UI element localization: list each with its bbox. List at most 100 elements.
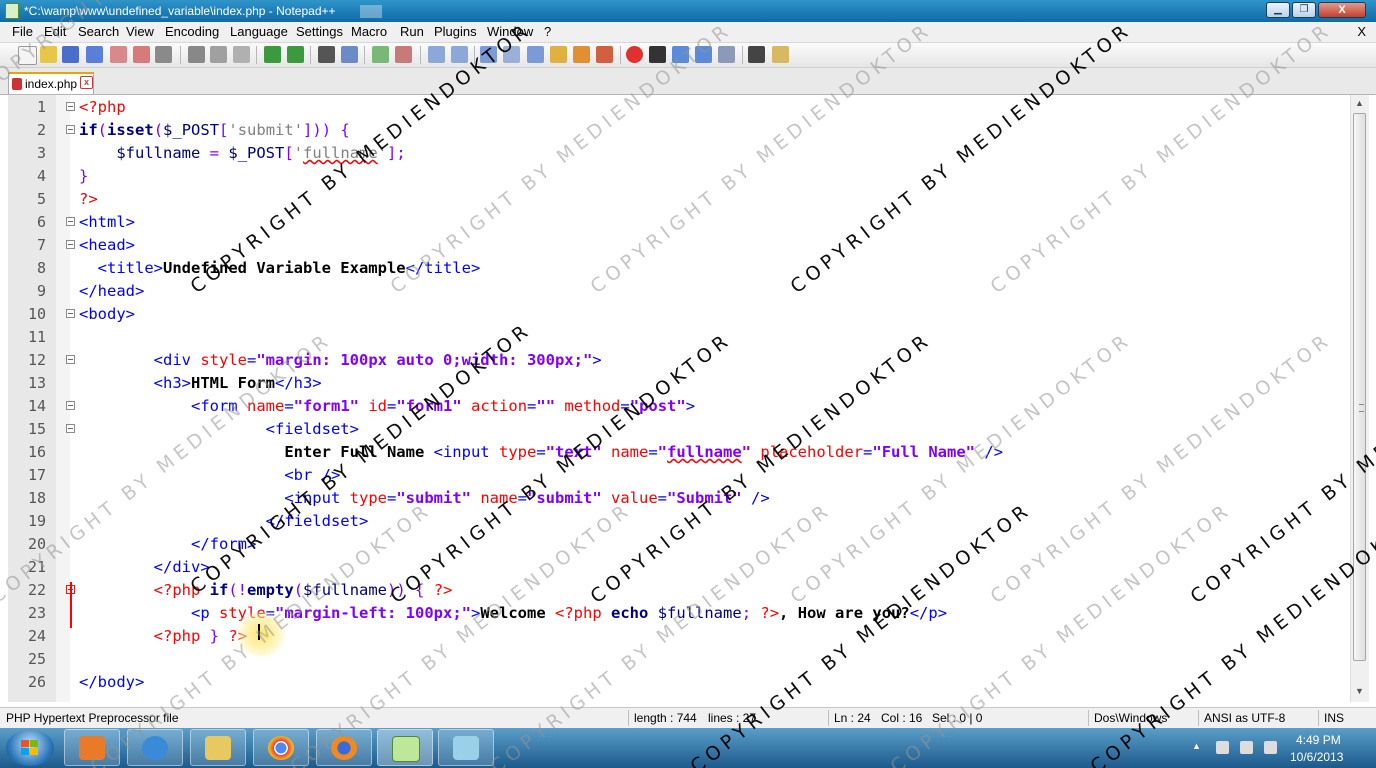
code-line[interactable]: 6 <html> xyxy=(8,211,1350,234)
menu-search[interactable]: Search xyxy=(78,24,119,39)
scrollbar-thumb[interactable] xyxy=(1353,113,1366,661)
maximize-button[interactable]: ❐ xyxy=(1292,2,1316,18)
undo-icon[interactable] xyxy=(264,46,281,63)
close-all-icon[interactable] xyxy=(133,46,150,63)
taskbar-notepadpp[interactable] xyxy=(377,729,433,766)
record-macro-icon[interactable] xyxy=(626,46,643,63)
code-line[interactable]: 25 xyxy=(8,648,1350,671)
start-button[interactable] xyxy=(6,730,54,766)
code-line[interactable]: 4} xyxy=(8,165,1350,188)
tab-close-icon[interactable]: x xyxy=(80,76,93,89)
replace-icon[interactable] xyxy=(341,46,358,63)
save-macro-icon[interactable] xyxy=(718,46,735,63)
menu-help[interactable]: ? xyxy=(544,24,551,39)
zoom-out-icon[interactable] xyxy=(395,46,412,63)
code-line[interactable]: 5 ?> xyxy=(8,188,1350,211)
find-icon[interactable] xyxy=(318,46,335,63)
menu-language[interactable]: Language xyxy=(230,24,288,39)
taskbar-media-player[interactable] xyxy=(64,729,120,766)
code-line[interactable]: 8 <title>Undefined Variable Example</tit… xyxy=(8,257,1350,280)
stop-macro-icon[interactable] xyxy=(649,46,666,63)
copy-icon[interactable] xyxy=(210,46,227,63)
code-line[interactable]: 23 <p style="margin-left: 100px;">Welcom… xyxy=(8,602,1350,625)
close-button[interactable]: X xyxy=(1318,2,1366,18)
taskbar-internet-explorer[interactable] xyxy=(127,729,183,766)
code-line[interactable]: 13 <h3>HTML Form</h3> xyxy=(8,372,1350,395)
fold-toggle-icon[interactable] xyxy=(66,240,75,249)
new-file-icon[interactable] xyxy=(18,46,37,65)
taskbar-chrome[interactable] xyxy=(253,729,309,766)
code-line[interactable]: 24 <?php } ?> xyxy=(8,625,1350,648)
code-line[interactable]: 12 <div style="margin: 100px auto 0;widt… xyxy=(8,349,1350,372)
open-file-icon[interactable] xyxy=(40,46,57,63)
tab-index-php[interactable]: index.php x xyxy=(8,72,94,94)
fold-toggle-icon[interactable] xyxy=(66,217,75,226)
usb-icon[interactable] xyxy=(1216,741,1229,754)
code-line[interactable]: 18 <input type="submit" name="submit" va… xyxy=(8,487,1350,510)
cut-icon[interactable] xyxy=(188,46,205,63)
clock-time[interactable]: 4:49 PM xyxy=(1296,733,1341,747)
menu-plugins[interactable]: Plugins xyxy=(434,24,477,39)
menu-edit[interactable]: Edit xyxy=(44,24,66,39)
network-icon[interactable] xyxy=(1240,741,1253,754)
save-icon[interactable] xyxy=(62,46,79,63)
code-line[interactable]: 2 if(isset($_POST['submit'])) { xyxy=(8,119,1350,142)
play-macro-icon[interactable] xyxy=(672,46,689,63)
folder-workspace-icon[interactable] xyxy=(596,46,613,63)
fold-toggle-icon[interactable] xyxy=(66,102,75,111)
fold-toggle-icon[interactable] xyxy=(66,309,75,318)
vertical-scrollbar[interactable]: ▲ ▼ xyxy=(1350,95,1369,702)
scroll-up-icon[interactable]: ▲ xyxy=(1355,98,1364,108)
taskbar-firefox[interactable] xyxy=(316,729,372,766)
close-file-icon[interactable] xyxy=(110,46,127,63)
plugin-icon[interactable] xyxy=(772,46,789,63)
run-macro-multiple-icon[interactable] xyxy=(695,46,712,63)
volume-icon[interactable] xyxy=(1264,741,1277,754)
code-line[interactable]: 15 <fieldset> xyxy=(8,418,1350,441)
indent-guide-icon[interactable] xyxy=(527,46,544,63)
fold-toggle-icon[interactable] xyxy=(66,424,75,433)
save-all-icon[interactable] xyxy=(86,46,103,63)
code-line[interactable]: 21 </div> xyxy=(8,556,1350,579)
menu-encoding[interactable]: Encoding xyxy=(165,24,219,39)
code-line[interactable]: 17 <br /> xyxy=(8,464,1350,487)
menu-file[interactable]: File xyxy=(12,24,33,39)
menu-macro[interactable]: Macro xyxy=(351,24,387,39)
clock-date[interactable]: 10/6/2013 xyxy=(1290,750,1343,764)
fold-toggle-icon[interactable] xyxy=(66,125,75,134)
word-wrap-icon[interactable] xyxy=(480,46,497,63)
print-icon[interactable] xyxy=(155,46,172,63)
code-line[interactable]: 16 Enter Full Name <input type="text" na… xyxy=(8,441,1350,464)
show-all-chars-icon[interactable] xyxy=(503,46,520,63)
doc-map-icon[interactable] xyxy=(550,46,567,63)
fold-toggle-icon[interactable] xyxy=(66,355,75,364)
tray-expand-icon[interactable]: ▲ xyxy=(1192,741,1205,754)
code-line[interactable]: 10 <body> xyxy=(8,303,1350,326)
menu-settings[interactable]: Settings xyxy=(296,24,343,39)
code-line[interactable]: 22 <?php if(!empty($fullname)) { ?> xyxy=(8,579,1350,602)
paste-icon[interactable] xyxy=(233,46,250,63)
fold-toggle-icon[interactable] xyxy=(66,401,75,410)
taskbar-explorer[interactable] xyxy=(190,729,246,766)
menu-view[interactable]: View xyxy=(126,24,154,39)
minimize-button[interactable]: ▁ xyxy=(1266,2,1290,18)
scroll-down-icon[interactable]: ▼ xyxy=(1355,686,1364,696)
menu-run[interactable]: Run xyxy=(400,24,424,39)
taskbar-notepad[interactable] xyxy=(438,729,494,766)
code-line[interactable]: 1 <?php xyxy=(8,96,1350,119)
ds-plugin-icon[interactable] xyxy=(748,46,765,63)
code-line[interactable]: 3 $fullname = $_POST['fullname']; xyxy=(8,142,1350,165)
redo-icon[interactable] xyxy=(287,46,304,63)
code-editor[interactable]: 1 <?php 2 if(isset($_POST['submit'])) {3 $f… xyxy=(8,95,1350,702)
code-line[interactable]: 14 <form name="form1" id="form1" action=… xyxy=(8,395,1350,418)
menu-window[interactable]: Window xyxy=(487,24,533,39)
code-line[interactable]: 19 </fieldset> xyxy=(8,510,1350,533)
code-line[interactable]: 11 xyxy=(8,326,1350,349)
code-line[interactable]: 7 <head> xyxy=(8,234,1350,257)
code-line[interactable]: 9 </head> xyxy=(8,280,1350,303)
code-line[interactable]: 20 </form> xyxy=(8,533,1350,556)
zoom-in-icon[interactable] xyxy=(372,46,389,63)
menu-close-doc-button[interactable]: X xyxy=(1357,24,1366,39)
sync-h-icon[interactable] xyxy=(451,46,468,63)
sync-v-icon[interactable] xyxy=(428,46,445,63)
